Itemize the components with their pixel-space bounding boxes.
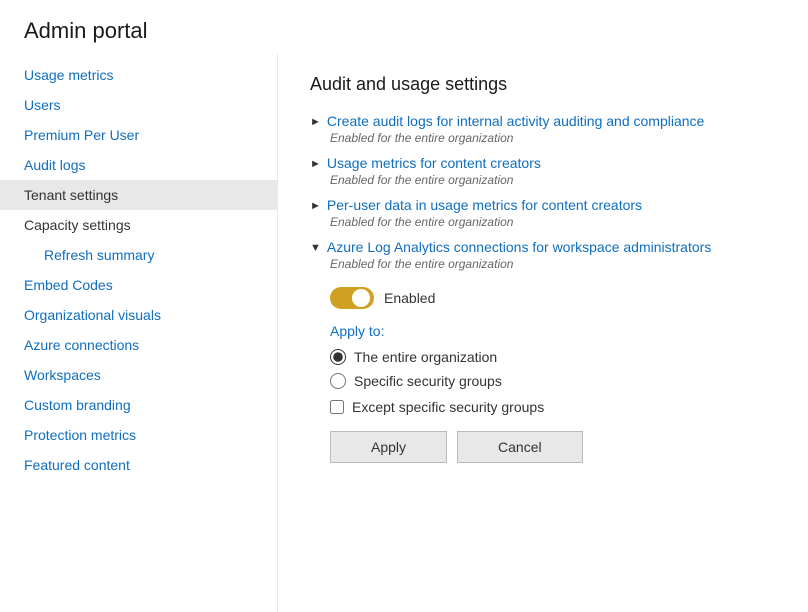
checkbox-except-groups-label: Except specific security groups [352,399,544,415]
chevron-icon: ► [310,116,321,128]
setting-subtitle-per-user: Enabled for the entire organization [330,215,776,229]
button-row: Apply Cancel [330,431,776,463]
radio-specific-groups-input[interactable] [330,373,346,389]
toggle-slider [330,287,374,309]
section-title: Audit and usage settings [310,74,776,95]
sidebar-item-audit-logs[interactable]: Audit logs [0,150,277,180]
radio-group: The entire organization Specific securit… [330,349,776,389]
setting-title-audit-logs: Create audit logs for internal activity … [327,113,704,129]
setting-header-audit-logs[interactable]: ► Create audit logs for internal activit… [310,113,776,129]
radio-entire-org-input[interactable] [330,349,346,365]
setting-azure-log-analytics: ▼ Azure Log Analytics connections for wo… [310,239,776,463]
sidebar-item-protection-metrics[interactable]: Protection metrics [0,420,277,450]
sidebar-item-tenant-settings: Tenant settings [0,180,277,210]
sidebar-item-embed-codes[interactable]: Embed Codes [0,270,277,300]
radio-specific-groups-label: Specific security groups [354,373,502,389]
setting-header-usage-metrics[interactable]: ► Usage metrics for content creators [310,155,776,171]
sidebar-item-refresh-summary[interactable]: Refresh summary [0,240,277,270]
setting-title-per-user: Per-user data in usage metrics for conte… [327,197,642,213]
sidebar-item-workspaces[interactable]: Workspaces [0,360,277,390]
expanded-section: Enabled Apply to: The entire organizatio… [330,281,776,463]
sidebar-item-usage-metrics[interactable]: Usage metrics [0,60,277,90]
sidebar-item-premium-per-user[interactable]: Premium Per User [0,120,277,150]
app-header: Admin portal [0,0,808,54]
sidebar-item-users[interactable]: Users [0,90,277,120]
setting-usage-metrics-creators: ► Usage metrics for content creators Ena… [310,155,776,187]
chevron-icon: ► [310,200,321,212]
setting-per-user-data: ► Per-user data in usage metrics for con… [310,197,776,229]
enabled-toggle[interactable] [330,287,374,309]
toggle-row: Enabled [330,287,776,309]
setting-audit-logs-internal: ► Create audit logs for internal activit… [310,113,776,145]
setting-subtitle-usage-metrics: Enabled for the entire organization [330,173,776,187]
content-area: Audit and usage settings ► Create audit … [278,54,808,612]
setting-title-usage-metrics: Usage metrics for content creators [327,155,541,171]
radio-specific-groups[interactable]: Specific security groups [330,373,776,389]
chevron-open-icon: ▼ [310,242,321,254]
setting-subtitle-azure: Enabled for the entire organization [330,257,776,271]
sidebar-item-custom-branding[interactable]: Custom branding [0,390,277,420]
checkbox-except-groups[interactable]: Except specific security groups [330,399,776,415]
setting-subtitle-audit-logs: Enabled for the entire organization [330,131,776,145]
main-layout: Usage metricsUsersPremium Per UserAudit … [0,54,808,612]
setting-header-per-user[interactable]: ► Per-user data in usage metrics for con… [310,197,776,213]
sidebar: Usage metricsUsersPremium Per UserAudit … [0,54,278,612]
radio-entire-org-label: The entire organization [354,349,497,365]
radio-entire-org[interactable]: The entire organization [330,349,776,365]
cancel-button[interactable]: Cancel [457,431,583,463]
sidebar-item-featured-content[interactable]: Featured content [0,450,277,480]
chevron-icon: ► [310,158,321,170]
apply-button[interactable]: Apply [330,431,447,463]
checkbox-except-groups-input[interactable] [330,400,344,414]
apply-to-label: Apply to: [330,323,776,339]
setting-title-azure: Azure Log Analytics connections for work… [327,239,711,255]
toggle-label: Enabled [384,290,435,306]
sidebar-item-azure-connections[interactable]: Azure connections [0,330,277,360]
sidebar-item-capacity-settings: Capacity settings [0,210,277,240]
setting-header-azure[interactable]: ▼ Azure Log Analytics connections for wo… [310,239,776,255]
sidebar-item-organizational-visuals[interactable]: Organizational visuals [0,300,277,330]
app-title: Admin portal [24,18,784,44]
